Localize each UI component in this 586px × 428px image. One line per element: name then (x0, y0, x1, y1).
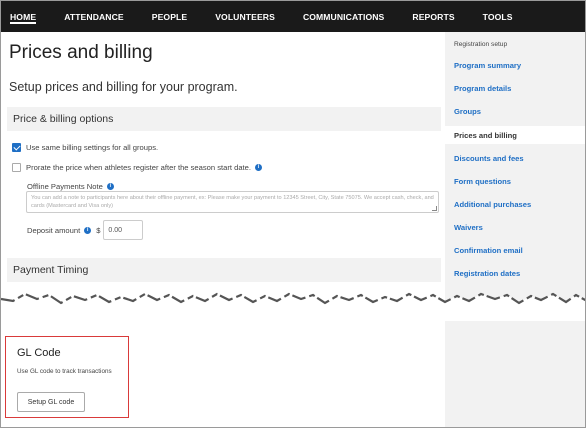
sidebar-item-groups[interactable]: Groups (445, 102, 585, 120)
currency-symbol: $ (96, 225, 101, 235)
registration-setup-sidebar: Registration setup Program summary Progr… (445, 32, 585, 427)
same-billing-checkbox[interactable] (12, 143, 21, 152)
nav-people[interactable]: PEOPLE (152, 1, 187, 32)
offline-note-textarea[interactable]: You can add a note to participants here … (26, 191, 439, 213)
resize-handle-icon[interactable] (432, 206, 437, 211)
same-billing-label: Use same billing settings for all groups… (26, 143, 159, 152)
sidebar-item-discounts-and-fees[interactable]: Discounts and fees (445, 149, 585, 167)
payment-timing-header: Payment Timing (7, 258, 441, 282)
offline-note-label-row: Offline Payments Note i (27, 182, 114, 191)
nav-tools[interactable]: TOOLS (483, 1, 513, 32)
page-title: Prices and billing (9, 42, 153, 63)
nav-reports[interactable]: REPORTS (412, 1, 454, 32)
nav-attendance[interactable]: ATTENDANCE (64, 1, 124, 32)
gl-code-panel: GL Code Use GL code to track transaction… (5, 336, 129, 418)
nav-communications[interactable]: COMMUNICATIONS (303, 1, 384, 32)
offline-note-label: Offline Payments Note (27, 182, 103, 191)
sidebar-item-form-questions[interactable]: Form questions (445, 172, 585, 190)
price-billing-options-header: Price & billing options (7, 107, 441, 131)
sidebar-item-additional-purchases[interactable]: Additional purchases (445, 195, 585, 213)
deposit-input[interactable]: 0.00 (103, 220, 144, 240)
sidebar-item-prices-and-billing[interactable]: Prices and billing (445, 126, 585, 144)
nav-volunteers[interactable]: VOLUNTEERS (215, 1, 275, 32)
prorate-checkbox[interactable] (12, 163, 21, 172)
deposit-label: Deposit amount (27, 225, 81, 235)
sidebar-item-registration-dates[interactable]: Registration dates (445, 264, 585, 282)
info-icon[interactable]: i (84, 226, 92, 234)
info-icon[interactable]: i (106, 183, 114, 190)
offline-note-placeholder: You can add a note to participants here … (31, 195, 434, 209)
sidebar-heading: Registration setup (454, 41, 508, 48)
sidebar-item-confirmation-email[interactable]: Confirmation email (445, 241, 585, 259)
gl-code-title: GL Code (17, 347, 61, 359)
info-icon[interactable]: i (254, 164, 262, 171)
nav-home[interactable]: HOME (10, 1, 37, 32)
sidebar-item-program-summary[interactable]: Program summary (445, 56, 585, 74)
prorate-row[interactable]: Prorate the price when athletes register… (12, 163, 262, 172)
sidebar-item-waivers[interactable]: Waivers (445, 218, 585, 236)
top-nav: HOME ATTENDANCE PEOPLE VOLUNTEERS COMMUN… (1, 1, 585, 32)
setup-gl-code-button[interactable]: Setup GL code (17, 392, 85, 412)
same-billing-row[interactable]: Use same billing settings for all groups… (12, 143, 158, 152)
prorate-label: Prorate the price when athletes register… (26, 163, 251, 172)
torn-edge-divider (1, 292, 585, 321)
sidebar-item-program-details[interactable]: Program details (445, 79, 585, 97)
app-window: HOME ATTENDANCE PEOPLE VOLUNTEERS COMMUN… (0, 0, 586, 428)
page-subtitle: Setup prices and billing for your progra… (9, 80, 238, 94)
gl-code-description: Use GL code to track transactions (17, 368, 112, 375)
deposit-value: 0.00 (108, 226, 123, 234)
deposit-row: Deposit amount i $ 0.00 (27, 220, 144, 240)
